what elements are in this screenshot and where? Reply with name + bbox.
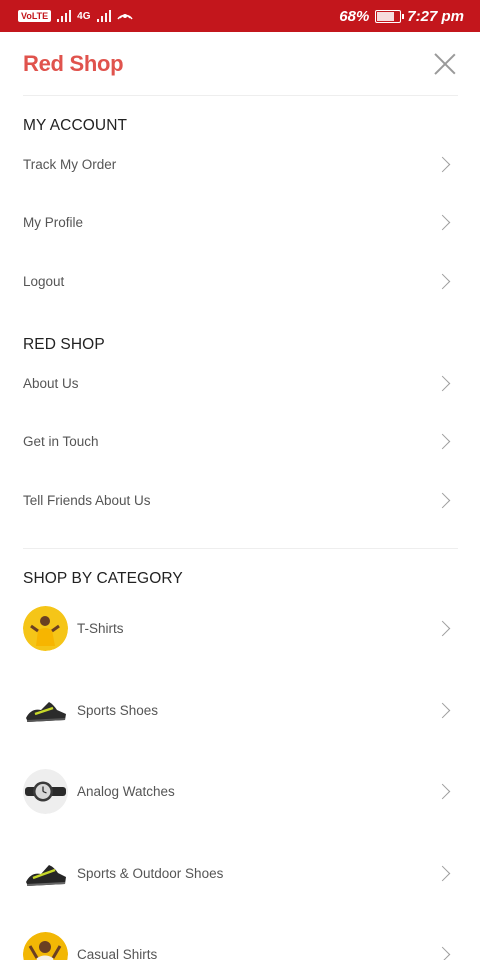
menu-item-about-us[interactable]: About Us xyxy=(23,360,458,406)
status-left: VoLTE 4G xyxy=(18,7,133,26)
chevron-right-icon xyxy=(434,214,451,230)
chevron-right-icon xyxy=(434,433,451,449)
section-title-shop-by-category: SHOP BY CATEGORY xyxy=(23,570,183,587)
divider xyxy=(23,548,458,549)
menu-item-logout[interactable]: Logout xyxy=(23,258,458,304)
menu-item-label: My Profile xyxy=(23,214,84,230)
category-label: Analog Watches xyxy=(77,783,175,799)
category-left: Casual Shirts xyxy=(23,931,158,960)
chevron-right-icon xyxy=(434,492,451,508)
menu-item-my-profile[interactable]: My Profile xyxy=(23,199,458,245)
category-item-tshirts[interactable]: T-Shirts xyxy=(23,603,458,653)
chevron-right-icon xyxy=(434,620,451,636)
category-item-casual-shirts[interactable]: Casual Shirts xyxy=(23,929,458,960)
menu-item-label: About Us xyxy=(23,375,79,391)
casual-shirt-person-icon xyxy=(23,931,68,960)
menu-item-label: Tell Friends About Us xyxy=(23,492,151,508)
status-right: 68% 7:27 pm xyxy=(339,8,464,25)
menu-item-tell-friends[interactable]: Tell Friends About Us xyxy=(23,477,458,523)
outdoor-shoe-icon xyxy=(23,850,68,896)
status-bar: VoLTE 4G 68% 7:27 pm xyxy=(0,0,480,32)
menu-item-label: Track My Order xyxy=(23,156,117,172)
sports-shoe-icon xyxy=(23,687,68,733)
chevron-right-icon xyxy=(434,865,451,881)
category-label: Casual Shirts xyxy=(77,946,158,960)
chevron-right-icon xyxy=(434,946,451,960)
drawer-header: Red Shop xyxy=(23,32,458,96)
menu-item-label: Get in Touch xyxy=(23,433,99,449)
category-left: Analog Watches xyxy=(23,768,175,814)
volte-badge: VoLTE xyxy=(18,10,52,22)
section-title-red-shop: RED SHOP xyxy=(23,336,105,353)
category-left: T-Shirts xyxy=(23,605,124,651)
clock: 7:27 pm xyxy=(407,7,464,25)
chevron-right-icon xyxy=(434,783,451,799)
menu-item-get-in-touch[interactable]: Get in Touch xyxy=(23,418,458,464)
battery-percent: 68% xyxy=(339,7,370,25)
category-label: Sports Shoes xyxy=(77,702,159,718)
category-item-outdoor-shoes[interactable]: Sports & Outdoor Shoes xyxy=(23,848,458,898)
section-title-my-account: MY ACCOUNT xyxy=(23,117,128,134)
battery-icon xyxy=(375,9,405,23)
chevron-right-icon xyxy=(434,702,451,718)
tshirt-person-icon xyxy=(23,605,68,651)
watch-icon xyxy=(23,768,68,814)
close-icon[interactable] xyxy=(434,53,456,75)
category-label: Sports & Outdoor Shoes xyxy=(77,865,224,881)
signal-icon xyxy=(57,10,72,22)
chevron-right-icon xyxy=(434,273,451,289)
category-left: Sports Shoes xyxy=(23,687,159,733)
chevron-right-icon xyxy=(434,156,451,172)
brand-title: Red Shop xyxy=(23,50,124,76)
network-type: 4G xyxy=(77,10,91,22)
category-label: T-Shirts xyxy=(77,620,124,636)
signal-icon-2 xyxy=(96,10,111,22)
category-item-sports-shoes[interactable]: Sports Shoes xyxy=(23,685,458,735)
menu-item-label: Logout xyxy=(23,273,65,289)
hotspot-icon xyxy=(116,7,133,26)
category-item-analog-watches[interactable]: Analog Watches xyxy=(23,766,458,816)
chevron-right-icon xyxy=(434,375,451,391)
category-left: Sports & Outdoor Shoes xyxy=(23,850,224,896)
menu-item-track-order[interactable]: Track My Order xyxy=(23,141,458,187)
